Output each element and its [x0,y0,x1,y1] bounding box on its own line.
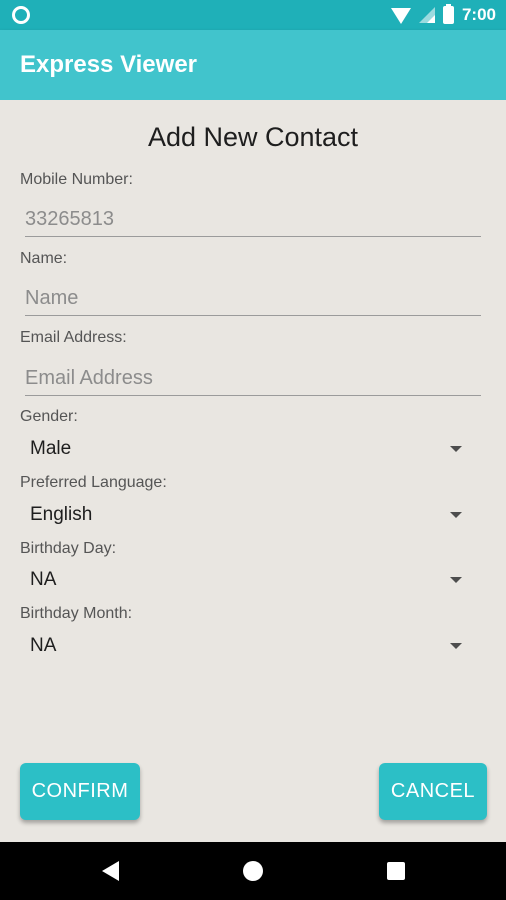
name-field[interactable] [25,281,481,315]
name-label: Name: [20,250,68,267]
home-icon[interactable] [243,861,263,881]
birthday-day-value: NA [30,569,57,590]
app-title: Express Viewer [20,51,198,78]
gender-label: Gender: [20,408,78,425]
navigation-bar [0,842,506,900]
status-time: 7:00 [461,5,496,24]
birthday-day-label: Birthday Day: [20,540,117,557]
name-field-container [25,281,481,316]
dropdown-caret-icon [450,512,462,518]
gender-select[interactable]: Male [30,434,470,464]
signal-icon [418,7,435,23]
birthday-month-value: NA [30,635,57,656]
dropdown-caret-icon [450,577,462,583]
cancel-button[interactable]: CANCEL [379,763,487,820]
wifi-icon [390,8,411,24]
birthday-month-label: Birthday Month: [20,605,133,622]
page-title: Add New Contact [147,122,359,152]
preferred-language-value: English [30,504,93,525]
mobile-number-field-container [25,202,481,237]
preferred-language-select[interactable]: English [30,500,470,530]
email-field-container [25,361,481,396]
mobile-number-label: Mobile Number: [20,171,133,188]
app-bar: Express Viewer [0,30,506,100]
birthday-day-select[interactable]: NA [30,565,470,595]
birthday-month-select[interactable]: NA [30,631,470,661]
dropdown-caret-icon [450,643,462,649]
dropdown-caret-icon [450,446,462,452]
add-contact-form: Add New Contact Mobile Number: Name: Ema… [0,100,506,842]
confirm-button[interactable]: CONFIRM [20,763,140,820]
preferred-language-label: Preferred Language: [20,474,167,491]
gender-value: Male [30,438,72,459]
mobile-number-field[interactable] [25,202,481,236]
email-field[interactable] [25,361,481,395]
app-status-icon [12,6,30,24]
back-icon[interactable] [102,861,119,881]
recents-icon[interactable] [387,862,405,880]
status-icons: 7:00 [390,4,496,25]
battery-icon [442,4,454,24]
email-label: Email Address: [20,329,127,346]
status-bar: 7:00 [0,0,506,30]
